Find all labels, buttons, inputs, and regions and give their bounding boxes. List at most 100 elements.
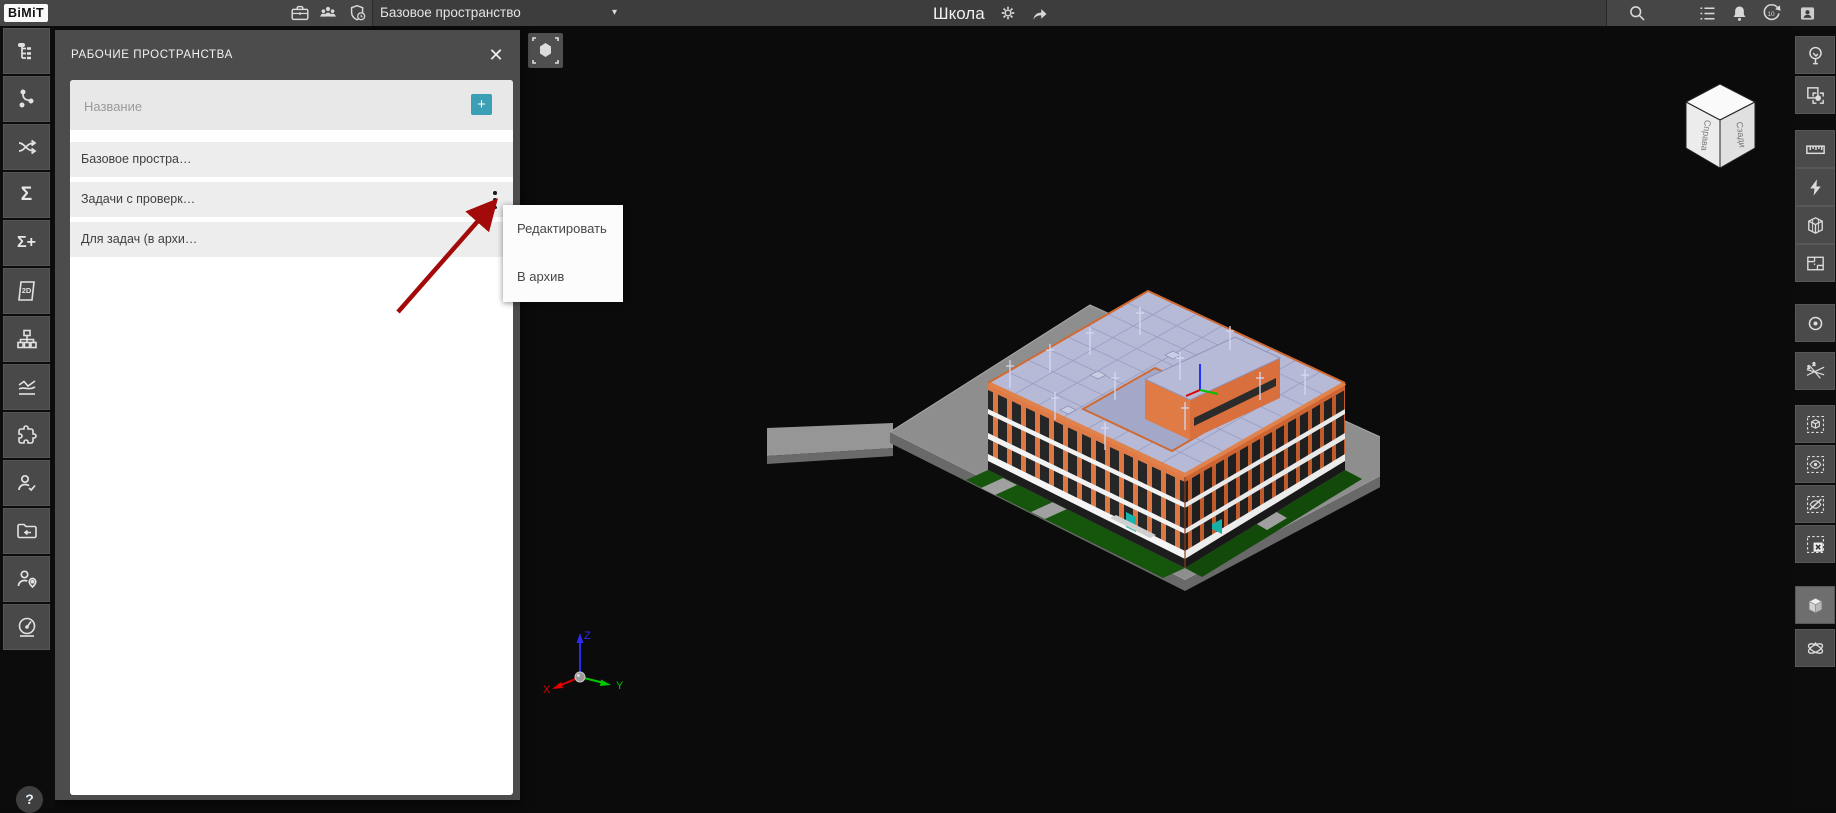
delete-selection-button[interactable]: [1795, 525, 1835, 563]
svg-text:2D: 2D: [21, 286, 31, 295]
folder-share-icon: [15, 519, 39, 543]
toolbar-structure-button[interactable]: [3, 28, 50, 74]
share-button[interactable]: [1026, 0, 1052, 26]
workspace-selector-caret-icon[interactable]: ▾: [612, 0, 617, 26]
toolbar-dashboard-button[interactable]: [3, 604, 50, 650]
refresh-badge: 10: [1767, 11, 1775, 18]
context-menu-edit[interactable]: Редактировать: [503, 205, 623, 253]
sigma-icon: Σ: [21, 184, 32, 206]
dashed-cube-icon: [1804, 413, 1827, 436]
account-button[interactable]: [1794, 0, 1820, 26]
sigma-plus-icon: Σ+: [17, 234, 36, 252]
toolbar-hierarchy-button[interactable]: [3, 316, 50, 362]
briefcase-icon: [289, 2, 311, 24]
security-button[interactable]: [345, 0, 371, 26]
dashed-x-icon: [1804, 533, 1827, 556]
document-2d-icon: 2D: [15, 279, 39, 303]
hide-selection-button[interactable]: [1795, 485, 1835, 523]
list-menu-button[interactable]: [1694, 0, 1720, 26]
projects-button[interactable]: [287, 0, 313, 26]
section-box-button[interactable]: [1795, 206, 1835, 244]
clash-button[interactable]: [1795, 168, 1835, 206]
shuffle-icon: [15, 135, 39, 159]
floor-plan-icon: [1804, 252, 1827, 275]
list-icon: [1697, 3, 1718, 24]
add-workspace-button[interactable]: +: [471, 94, 492, 115]
orbit-icon: [1804, 637, 1827, 660]
trend-lines-icon: [15, 375, 39, 399]
left-toolbar: Σ Σ+ 2D: [0, 26, 55, 808]
tree-structure-icon: [15, 39, 39, 63]
axis-y-label: Y: [616, 680, 624, 692]
users-icon: [317, 2, 339, 24]
focus-model-button[interactable]: [528, 33, 563, 68]
selection-sets-button[interactable]: [1795, 76, 1835, 114]
axis-triad: Z X Y: [540, 620, 630, 695]
toolbar-export-button[interactable]: [3, 508, 50, 554]
workspace-row-label: Задачи с проверк…: [81, 192, 195, 206]
floorplan-button[interactable]: [1795, 244, 1835, 282]
dashed-eye-off-icon: [1804, 493, 1827, 516]
toolbar-summary-add-button[interactable]: Σ+: [3, 220, 50, 266]
toolbar-versions-button[interactable]: [3, 76, 50, 122]
svg-text:2: 2: [1812, 361, 1815, 367]
toolbar-analytics-button[interactable]: [3, 364, 50, 410]
gauge-icon: [15, 615, 39, 639]
workspaces-panel: РАБОЧИЕ ПРОСТРАНСТВА ✕ + Базовое простра…: [55, 30, 520, 800]
team-button[interactable]: [315, 0, 341, 26]
isolate-object-button[interactable]: [1795, 405, 1835, 443]
svg-text:1: 1: [1807, 364, 1810, 370]
git-branch-icon: [15, 87, 39, 111]
toolbar-summary-button[interactable]: Σ: [3, 172, 50, 218]
toolbar-approvals-button[interactable]: [3, 460, 50, 506]
close-icon[interactable]: ✕: [484, 43, 508, 67]
toolbar-2d-docs-button[interactable]: 2D: [3, 268, 50, 314]
focus-frame-icon: [528, 33, 563, 68]
top-bar: BiMiT Базовое пространство ▾ Школа: [0, 0, 1836, 26]
orbit-mode-button[interactable]: [1795, 629, 1835, 667]
help-button[interactable]: ?: [16, 786, 43, 813]
right-toolbar: 1 2: [1794, 26, 1836, 808]
annotation-arrow: [382, 192, 504, 324]
gear-icon: [998, 3, 1018, 23]
user-location-icon: [15, 567, 39, 591]
context-menu-archive[interactable]: В архив: [503, 253, 623, 301]
settings-button[interactable]: [995, 0, 1021, 26]
workspace-selector-label: Базовое пространство: [380, 5, 521, 20]
search-button[interactable]: [1624, 0, 1650, 26]
search-icon: [1627, 3, 1648, 24]
bell-icon: [1729, 3, 1750, 24]
toolbar-plugins-button[interactable]: [3, 412, 50, 458]
workspace-row-label: Для задач (в архи…: [81, 232, 197, 246]
toolbar-links-button[interactable]: [3, 124, 50, 170]
axis-z-label: Z: [584, 630, 591, 642]
environment-button[interactable]: [1795, 36, 1835, 74]
grid-axes-button[interactable]: 1 2: [1795, 352, 1835, 390]
refresh-button[interactable]: 10: [1758, 0, 1784, 26]
notifications-button[interactable]: [1726, 0, 1752, 26]
refresh-clock-icon: 10: [1760, 2, 1782, 24]
cube-section-icon: [1804, 214, 1827, 237]
dashed-eye-icon: [1804, 453, 1827, 476]
toolbar-field-staff-button[interactable]: [3, 556, 50, 602]
project-title: Школа: [933, 0, 985, 26]
shading-mode-button[interactable]: [1795, 586, 1835, 624]
show-selection-button[interactable]: [1795, 445, 1835, 483]
focus-selection-button[interactable]: [1795, 304, 1835, 342]
viewport-3d[interactable]: Справа Сзади Z X Y: [520, 26, 1794, 808]
measure-button[interactable]: [1795, 130, 1835, 168]
panel-title: РАБОЧИЕ ПРОСТРАНСТВА: [71, 30, 233, 80]
workspace-row-label: Базовое простра…: [81, 152, 192, 166]
sitemap-icon: [15, 327, 39, 351]
workspace-name-row: +: [70, 80, 513, 130]
workspaces-card: + Базовое простра… Задачи с проверк… Для…: [70, 80, 513, 795]
workspace-selector[interactable]: Базовое пространство: [380, 0, 521, 26]
view-cube[interactable]: Справа Сзади: [1678, 78, 1763, 170]
lightning-icon: [1804, 176, 1827, 199]
crossed-axes-icon: 1 2: [1804, 360, 1827, 383]
target-icon: [1804, 312, 1827, 335]
workspace-row-base[interactable]: Базовое простра…: [70, 142, 513, 177]
app-logo[interactable]: BiMiT: [4, 4, 48, 22]
workspace-name-input[interactable]: [82, 93, 416, 119]
solid-cube-icon: [1804, 594, 1827, 617]
